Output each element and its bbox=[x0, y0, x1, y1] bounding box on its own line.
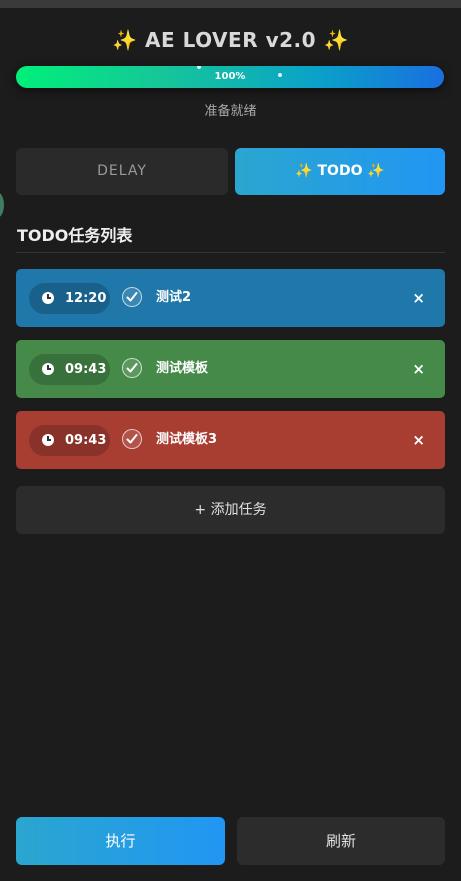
progress-bar: 100% bbox=[16, 66, 444, 88]
todo-task-item[interactable]: 12:20 测试2 × bbox=[16, 269, 445, 327]
checkbox-icon[interactable] bbox=[122, 287, 142, 307]
side-handle[interactable] bbox=[0, 192, 4, 218]
app-title: ✨ AE LOVER v2.0 ✨ bbox=[112, 28, 349, 52]
clock-icon bbox=[42, 434, 54, 446]
window-top-bar bbox=[0, 0, 461, 8]
checkbox-icon[interactable] bbox=[122, 429, 142, 449]
checkbox-icon[interactable] bbox=[122, 358, 142, 378]
divider bbox=[16, 252, 445, 253]
status-text: 准备就绪 bbox=[204, 104, 257, 119]
task-name: 测试模板 bbox=[156, 361, 209, 376]
execute-button[interactable]: 执行 bbox=[16, 817, 225, 865]
clock-icon bbox=[42, 292, 54, 304]
task-time: 12:20 bbox=[65, 291, 107, 306]
task-time-pill[interactable]: 09:43 bbox=[29, 425, 110, 456]
progress-label: 100% bbox=[214, 71, 246, 82]
task-name: 测试2 bbox=[156, 290, 192, 305]
delete-task-icon[interactable]: × bbox=[412, 411, 425, 469]
task-time-pill[interactable]: 12:20 bbox=[29, 283, 110, 314]
section-title: TODO任务列表 bbox=[17, 226, 133, 245]
todo-task-item[interactable]: 09:43 测试模板3 × bbox=[16, 411, 445, 469]
task-time: 09:43 bbox=[65, 433, 107, 448]
add-task-button[interactable]: + 添加任务 bbox=[16, 486, 445, 534]
delete-task-icon[interactable]: × bbox=[412, 340, 425, 398]
task-time-pill[interactable]: 09:43 bbox=[29, 354, 110, 385]
delete-task-icon[interactable]: × bbox=[412, 269, 425, 327]
task-name: 测试模板3 bbox=[156, 432, 218, 447]
tab-delay[interactable]: DELAY bbox=[16, 148, 228, 195]
refresh-button[interactable]: 刷新 bbox=[237, 817, 445, 865]
clock-icon bbox=[42, 363, 54, 375]
tab-todo[interactable]: ✨ TODO ✨ bbox=[235, 148, 445, 195]
todo-task-item[interactable]: 09:43 测试模板 × bbox=[16, 340, 445, 398]
task-time: 09:43 bbox=[65, 362, 107, 377]
